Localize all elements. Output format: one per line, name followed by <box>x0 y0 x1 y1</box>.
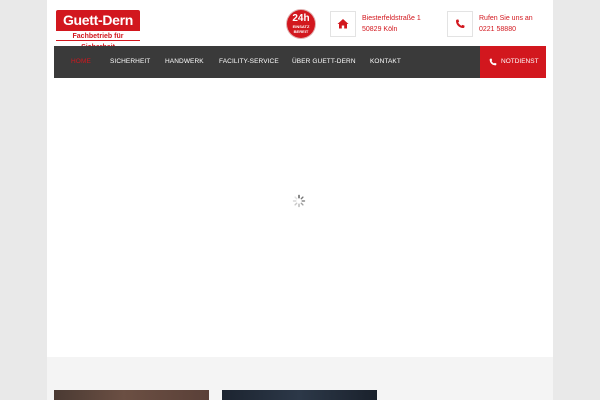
home-icon <box>337 19 349 29</box>
phone-icon <box>489 58 497 66</box>
loading-spinner-icon <box>292 194 306 208</box>
nav-item-sicherheit[interactable]: SICHERHEIT <box>110 46 150 78</box>
logo-name: Guett-Dern <box>56 10 140 30</box>
phone-icon-box <box>447 11 473 37</box>
address-icon-box <box>330 11 356 37</box>
phone-number[interactable]: 0221 58880 <box>479 24 533 35</box>
teaser-image-1[interactable] <box>54 390 209 400</box>
main-nav: HOME SICHERHEIT HANDWERK FACILITY-SERVIC… <box>54 46 546 78</box>
page: Guett-Dern Fachbetrieb für Sicherheit 24… <box>47 0 553 400</box>
badge-main-text: 24h <box>292 13 310 24</box>
logo-tagline: Fachbetrieb für Sicherheit <box>56 30 140 51</box>
notdienst-button[interactable]: NOTDIENST <box>480 46 546 78</box>
24h-badge: 24h EINSATZ BEREIT <box>287 10 315 38</box>
address-city: 50829 Köln <box>362 26 398 33</box>
nav-item-home[interactable]: HOME <box>71 46 91 78</box>
nav-item-facility-service[interactable]: FACILITY-SERVICE <box>219 46 279 78</box>
phone-icon <box>456 19 465 28</box>
notdienst-label: NOTDIENST <box>501 58 539 65</box>
nav-item-ueber-guett-dern[interactable]: ÜBER GUETT-DERN <box>292 46 356 78</box>
badge-sub-text-2: BEREIT <box>293 29 309 34</box>
address-street: Biesterfeldstraße 1 <box>362 15 421 22</box>
logo[interactable]: Guett-Dern Fachbetrieb für Sicherheit <box>56 10 140 51</box>
teaser-image-2[interactable] <box>222 390 377 400</box>
nav-item-kontakt[interactable]: KONTAKT <box>370 46 401 78</box>
address: Biesterfeldstraße 1 50829 Köln <box>362 13 421 35</box>
phone-contact: Rufen Sie uns an 0221 58880 <box>479 13 533 35</box>
phone-label: Rufen Sie uns an <box>479 15 533 22</box>
nav-item-handwerk[interactable]: HANDWERK <box>165 46 204 78</box>
